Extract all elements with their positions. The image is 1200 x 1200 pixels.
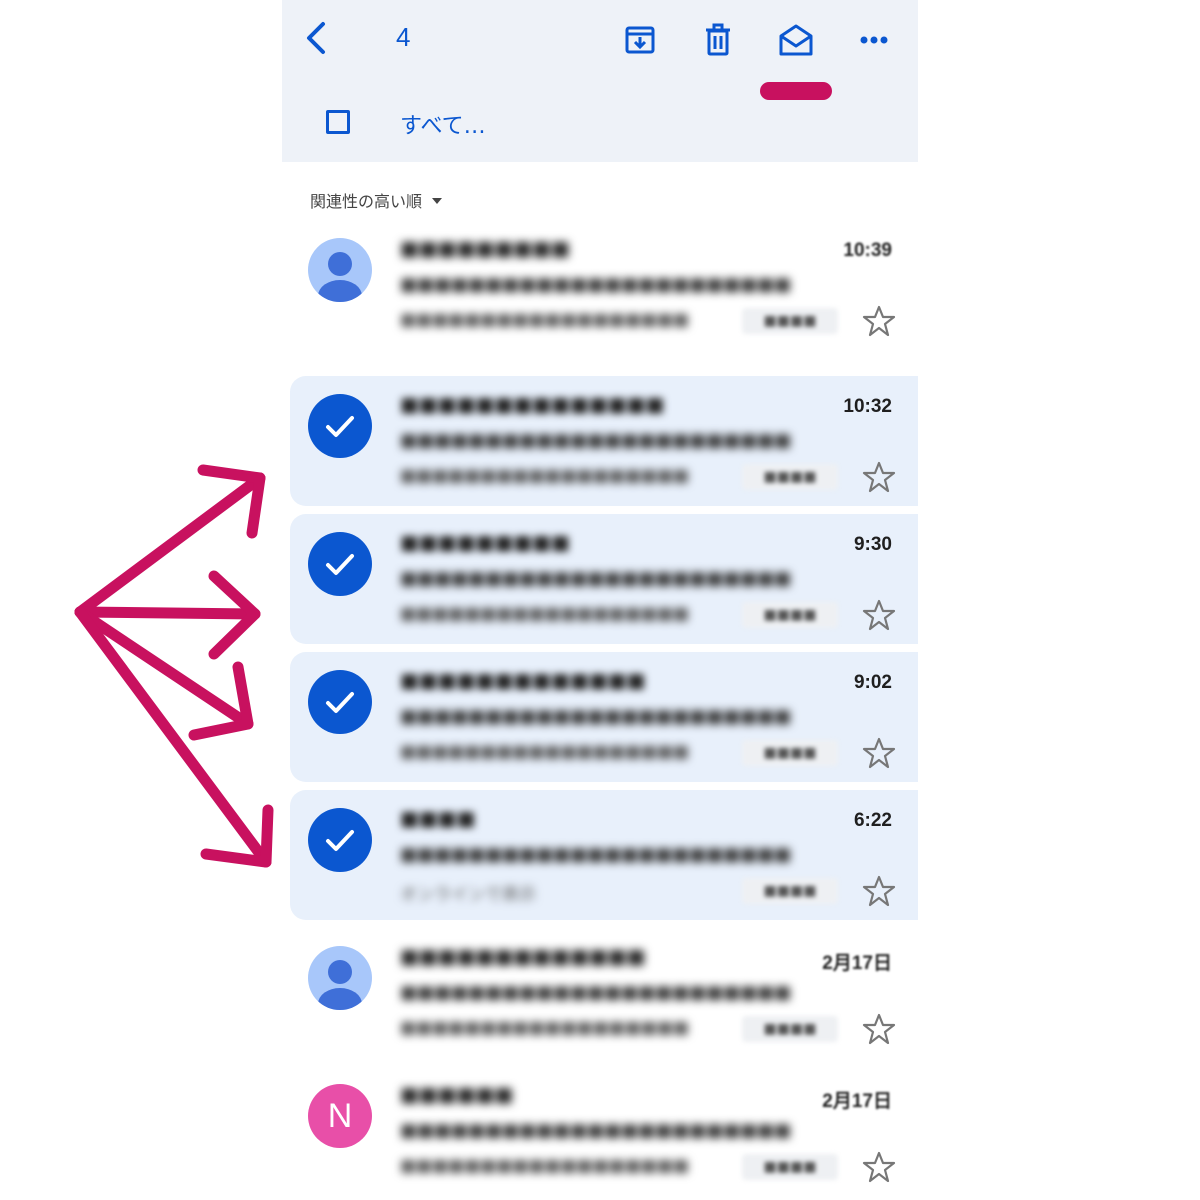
email-sender: ■■■■■■■■■ [400, 530, 571, 554]
annotation-underline [760, 82, 832, 100]
email-time: 6:22 [853, 810, 892, 831]
email-row[interactable]: ■■■■■■■■■■■■■ 9:02 ■■■■■■■■■■■■■■■■■■■■■■■… [290, 652, 918, 782]
email-sender: ■■■■■■■■■■■■■■ [400, 392, 665, 416]
email-attachment-chip[interactable]: ■■■■ [742, 1154, 838, 1180]
select-all-label[interactable]: すべて… [400, 108, 486, 140]
email-subject: ■■■■■■■■■■■■■■■■■■■■■■■ [400, 568, 792, 589]
arrow-line-2 [74, 606, 261, 620]
email-attachment-chip[interactable]: ■■■■ [742, 1016, 838, 1042]
email-snippet: ■■■■■■■■■■■■■■■■■■ [400, 604, 690, 624]
email-time: 2月17日 [822, 1091, 892, 1112]
selected-count: 4 [396, 22, 411, 52]
email-sender: ■■■■■■■■■■■■■ [400, 944, 646, 968]
star-icon[interactable] [862, 1150, 896, 1184]
mail-open-icon[interactable] [774, 18, 818, 62]
email-sender: ■■■■■■■■■ [400, 236, 571, 260]
email-row[interactable]: ■■■■■■■■■ 9:30 ■■■■■■■■■■■■■■■■■■■■■■■ ■■■■… [290, 514, 918, 644]
email-sender: ■■■■■■ [400, 1082, 514, 1106]
trash-icon[interactable] [698, 20, 738, 60]
email-snippet: ■■■■■■■■■■■■■■■■■■ [400, 466, 690, 486]
email-time: 10:39 [843, 240, 892, 261]
star-icon[interactable] [862, 874, 896, 908]
arrow-line-3 [74, 606, 254, 730]
email-row[interactable]: N ■■■■■■ 2月17日 ■■■■■■■■■■■■■■■■■■■■■■■ ■■■■■… [290, 1066, 918, 1196]
email-sender: ■■■■ [400, 806, 476, 830]
email-subject: ■■■■■■■■■■■■■■■■■■■■■■■ [400, 706, 792, 727]
arrow-head-2 [208, 570, 261, 660]
email-attachment-chip[interactable]: ■■■■ [742, 464, 838, 490]
email-subject: ■■■■■■■■■■■■■■■■■■■■■■■ [400, 982, 792, 1003]
person-icon[interactable] [308, 238, 372, 302]
email-subject: ■■■■■■■■■■■■■■■■■■■■■■■ [400, 1120, 792, 1141]
sort-dropdown[interactable]: 関連性の高い順 [310, 188, 443, 212]
email-snippet: オンラインで表示 [400, 885, 536, 905]
gmail-app: 4 すべて… 関連性の高い順 ■■■■■■■■■ 10:39 ■■■■■■■■■… [282, 0, 918, 1200]
email-attachment-chip[interactable]: ■■■■ [742, 878, 838, 904]
email-snippet: ■■■■■■■■■■■■■■■■■■ [400, 1018, 690, 1038]
arrow-head-1 [197, 464, 266, 539]
email-time: 10:32 [843, 396, 892, 417]
email-row[interactable]: ■■■■■■■■■■■■■■ 10:32 ■■■■■■■■■■■■■■■■■■■■■… [290, 376, 918, 506]
email-time: 9:30 [853, 534, 892, 555]
email-row[interactable]: ■■■■ 6:22 ■■■■■■■■■■■■■■■■■■■■■■■ オンラインで表示 ■… [290, 790, 918, 920]
email-subject: ■■■■■■■■■■■■■■■■■■■■■■■ [400, 430, 792, 451]
email-row[interactable]: ■■■■■■■■■ 10:39 ■■■■■■■■■■■■■■■■■■■■■■■ ■■■… [290, 220, 918, 350]
check-icon[interactable] [308, 394, 372, 458]
arrow-head-4 [200, 804, 274, 868]
caret-down-icon [432, 198, 443, 204]
email-time: 2月17日 [822, 953, 892, 974]
star-icon[interactable] [862, 304, 896, 338]
email-attachment-chip[interactable]: ■■■■ [742, 602, 838, 628]
select-all-checkbox[interactable] [326, 110, 350, 134]
email-attachment-chip[interactable]: ■■■■ [742, 740, 838, 766]
star-icon[interactable] [862, 598, 896, 632]
email-snippet: ■■■■■■■■■■■■■■■■■■ [400, 742, 690, 762]
check-icon[interactable] [308, 532, 372, 596]
arrow-head-3 [188, 661, 254, 741]
more-horiz-icon[interactable] [852, 20, 896, 60]
archive-icon[interactable] [620, 20, 660, 60]
check-icon[interactable] [308, 808, 372, 872]
star-icon[interactable] [862, 1012, 896, 1046]
email-subject: ■■■■■■■■■■■■■■■■■■■■■■■ [400, 844, 792, 865]
selection-toolbar: 4 すべて… [282, 0, 918, 162]
arrow-back-icon[interactable] [298, 18, 338, 58]
arrow-line-1 [74, 472, 266, 618]
person-icon[interactable] [308, 946, 372, 1010]
email-time: 9:02 [853, 672, 892, 693]
email-row[interactable]: ■■■■■■■■■■■■■ 2月17日 ■■■■■■■■■■■■■■■■■■■■■■… [290, 928, 918, 1058]
star-icon[interactable] [862, 736, 896, 770]
email-attachment-chip[interactable]: ■■■■ [742, 308, 838, 334]
email-snippet: ■■■■■■■■■■■■■■■■■■ [400, 310, 690, 330]
sort-label: 関連性の高い順 [310, 192, 423, 211]
letter-avatar[interactable]: N [308, 1084, 372, 1148]
star-icon[interactable] [862, 460, 896, 494]
email-snippet: ■■■■■■■■■■■■■■■■■■ [400, 1156, 690, 1176]
email-subject: ■■■■■■■■■■■■■■■■■■■■■■■ [400, 274, 792, 295]
email-sender: ■■■■■■■■■■■■■ [400, 668, 646, 692]
arrow-line-4 [74, 606, 272, 868]
check-icon[interactable] [308, 670, 372, 734]
